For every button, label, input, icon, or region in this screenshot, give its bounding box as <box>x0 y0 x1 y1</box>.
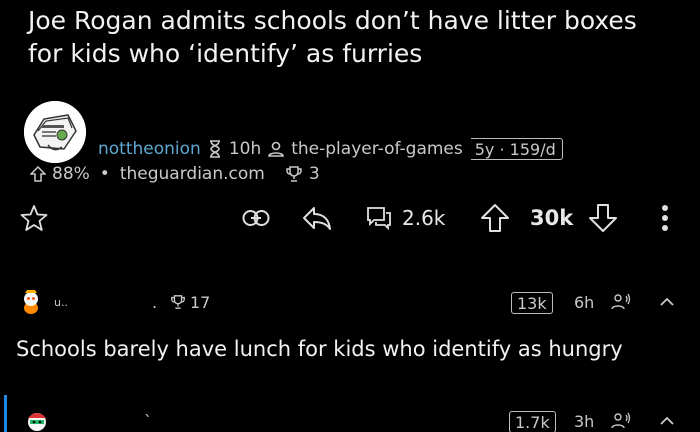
hourglass-icon <box>207 140 223 158</box>
snoo-avatar[interactable] <box>24 408 50 432</box>
user-wave-icon <box>611 408 631 432</box>
upvote-arrow-icon <box>481 204 509 232</box>
upvote-ratio-icon <box>30 166 46 182</box>
snoo-avatar-icon <box>24 290 38 314</box>
author-flair-text: 5y · 159/d <box>474 139 556 159</box>
collapse-chevron-button[interactable] <box>660 408 674 432</box>
post-score: 30k <box>530 206 574 230</box>
trophy-icon <box>170 289 186 315</box>
share-button[interactable] <box>302 198 332 238</box>
chevron-up-icon <box>660 297 674 306</box>
comments-button[interactable] <box>366 198 392 238</box>
more-vertical-icon <box>662 205 668 231</box>
copy-link-button[interactable] <box>242 198 270 238</box>
subreddit-avatar[interactable] <box>24 101 86 163</box>
comment-author-tail: ` <box>144 411 152 431</box>
comment-votes: 13k <box>511 292 553 314</box>
downvote-button[interactable] <box>588 198 618 238</box>
chevron-up-icon <box>660 416 674 425</box>
post-meta-row: nottheonion 10h the-player-of-games 5y ·… <box>98 137 563 161</box>
comment-age: 3h <box>574 411 595 431</box>
post-awards-count: 3 <box>308 164 320 184</box>
save-star-button[interactable] <box>20 198 48 238</box>
post-stats-row: 88% • theguardian.com 3 <box>30 163 320 185</box>
comment-header: u.. . 17 13k 6h <box>0 289 700 315</box>
comment-author-tail: . <box>152 292 158 312</box>
author-flair: 5y · 159/d <box>470 138 563 160</box>
post-view: Joe Rogan admits schools don’t have litt… <box>0 0 700 432</box>
post-domain[interactable]: theguardian.com <box>120 164 265 184</box>
upvote-ratio: 88% <box>52 164 90 184</box>
post-action-bar: 2.6k 30k <box>0 198 700 238</box>
more-options-button[interactable] <box>660 198 670 238</box>
subreddit-link[interactable]: nottheonion <box>98 139 201 159</box>
link-icon <box>242 210 270 226</box>
comment-header: ` 1.7k 3h <box>0 408 700 432</box>
snoo-avatar-icon <box>28 413 46 431</box>
comment-awards-count: 17 <box>190 292 211 312</box>
comment-author[interactable]: u.. <box>54 289 68 315</box>
post-title[interactable]: Joe Rogan admits schools don’t have litt… <box>28 4 678 70</box>
post-age: 10h <box>228 139 262 159</box>
comment-age: 6h <box>574 292 595 312</box>
trophy-icon <box>285 165 303 183</box>
collapse-chevron-button[interactable] <box>660 289 674 315</box>
snoo-avatar[interactable] <box>16 289 46 315</box>
user-wave-icon <box>611 289 631 315</box>
onion-news-icon <box>24 101 86 163</box>
star-icon <box>20 205 48 231</box>
upvote-button[interactable] <box>480 198 510 238</box>
comment-votes: 1.7k <box>509 411 556 432</box>
comments-count: 2.6k <box>402 206 446 230</box>
post-author[interactable]: the-player-of-games <box>291 139 463 159</box>
downvote-arrow-icon <box>589 204 617 232</box>
user-icon <box>267 140 285 158</box>
comment-body: Schools barely have lunch for kids who i… <box>16 337 623 361</box>
share-arrow-icon <box>303 207 331 230</box>
separator-dot: • <box>99 164 110 184</box>
comment-icon <box>367 207 391 230</box>
